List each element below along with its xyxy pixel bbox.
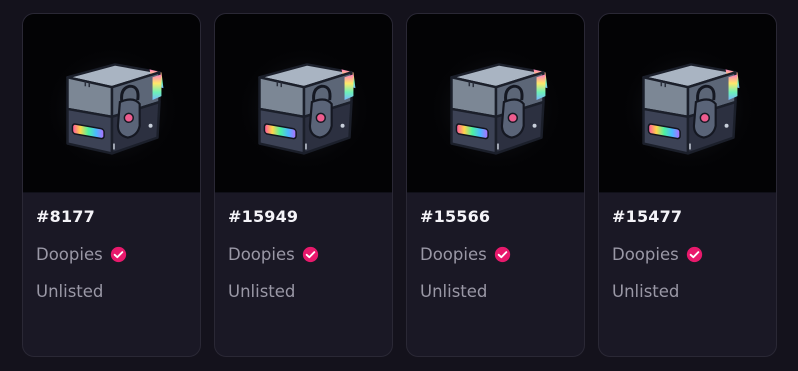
- nft-card[interactable]: #8177 Doopies Unlisted: [22, 13, 201, 357]
- listing-status: Unlisted: [228, 282, 296, 301]
- collection-name[interactable]: Doopies: [228, 245, 295, 264]
- collection-name[interactable]: Doopies: [36, 245, 103, 264]
- nft-image[interactable]: [599, 14, 776, 193]
- locked-cube-icon: [617, 43, 759, 175]
- collection-row[interactable]: Doopies: [228, 243, 379, 265]
- verified-check-icon: [494, 246, 510, 262]
- nft-info: #15566 Doopies Unlisted: [407, 193, 584, 303]
- nft-image[interactable]: [407, 14, 584, 193]
- nft-image[interactable]: [215, 14, 392, 193]
- nft-image[interactable]: [23, 14, 200, 193]
- verified-check-icon: [686, 246, 702, 262]
- nft-card[interactable]: #15566 Doopies Unlisted: [406, 13, 585, 357]
- locked-cube-icon: [233, 43, 375, 175]
- token-id: #15949: [228, 207, 299, 226]
- listing-status: Unlisted: [612, 282, 680, 301]
- verified-check-icon: [110, 246, 126, 262]
- collection-row[interactable]: Doopies: [36, 243, 187, 265]
- locked-cube-icon: [425, 43, 567, 175]
- nft-info: #8177 Doopies Unlisted: [23, 193, 200, 303]
- listing-status: Unlisted: [36, 282, 104, 301]
- nft-card[interactable]: #15949 Doopies Unlisted: [214, 13, 393, 357]
- collection-row[interactable]: Doopies: [612, 243, 763, 265]
- nft-card[interactable]: #15477 Doopies Unlisted: [598, 13, 777, 357]
- token-id: #15566: [420, 207, 491, 226]
- collection-name[interactable]: Doopies: [612, 245, 679, 264]
- locked-cube-icon: [41, 43, 183, 175]
- listing-status: Unlisted: [420, 282, 488, 301]
- nft-grid: #8177 Doopies Unlisted #15949 Doopies Un…: [22, 13, 777, 357]
- nft-info: #15477 Doopies Unlisted: [599, 193, 776, 303]
- token-id: #8177: [36, 207, 95, 226]
- verified-check-icon: [302, 246, 318, 262]
- token-id: #15477: [612, 207, 683, 226]
- collection-row[interactable]: Doopies: [420, 243, 571, 265]
- nft-info: #15949 Doopies Unlisted: [215, 193, 392, 303]
- collection-name[interactable]: Doopies: [420, 245, 487, 264]
